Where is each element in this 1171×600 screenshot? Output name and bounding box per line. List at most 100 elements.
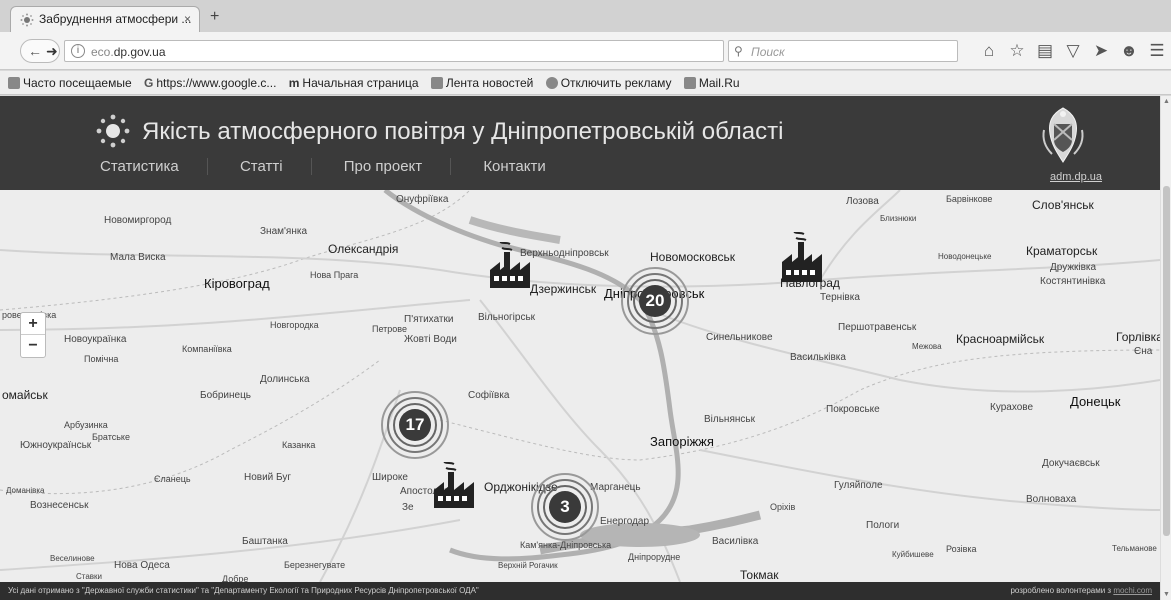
cluster-count: 17: [405, 415, 425, 434]
bookmark-item[interactable]: Часто посещаемые: [8, 76, 132, 90]
nav-statistics[interactable]: Статистика: [100, 158, 208, 175]
city-label: Васильківка: [790, 352, 846, 363]
city-label: Тельманове: [1112, 544, 1157, 553]
city-label: Пологи: [866, 520, 900, 531]
factory-marker-icon[interactable]: [488, 242, 532, 290]
search-input[interactable]: ⚲ Поиск: [728, 40, 958, 62]
info-icon[interactable]: i: [71, 44, 85, 58]
city-label: Токмак: [740, 568, 779, 582]
city-label: Олександрія: [328, 242, 399, 256]
browser-tab[interactable]: Забруднення атмосфери ... ×: [10, 6, 200, 32]
url-text: eco.dp.gov.ua: [91, 45, 166, 59]
footer-credits-link[interactable]: mochi.com: [1113, 586, 1152, 595]
crest-link[interactable]: adm.dp.ua: [1050, 171, 1102, 183]
city-label: Розівка: [946, 544, 977, 554]
city-label: Вільнянськ: [704, 414, 755, 425]
menu-icon[interactable]: ☰: [1143, 41, 1171, 61]
factory-marker-icon[interactable]: [780, 232, 824, 284]
city-label: Долинська: [260, 374, 310, 385]
footer-data-source: Усі дані отримано з "Державної служби ст…: [8, 586, 479, 595]
zoom-in-button[interactable]: +: [21, 313, 45, 335]
scroll-down-icon[interactable]: ▼: [1163, 591, 1170, 598]
bookmark-item[interactable]: Ghttps://www.google.c...: [144, 76, 276, 90]
city-label: Верхній Рогачик: [498, 561, 558, 570]
coat-of-arms-icon[interactable]: [1038, 104, 1088, 166]
bookmark-item[interactable]: Mail.Ru: [683, 76, 740, 90]
forward-arrow-icon[interactable]: ➜: [46, 43, 58, 60]
city-label: Баштанка: [242, 536, 288, 547]
address-bar[interactable]: i eco.dp.gov.ua ↻: [64, 40, 776, 62]
google-icon: G: [144, 76, 154, 90]
city-label: Софіївка: [468, 390, 510, 401]
city-label: Синельникове: [706, 332, 773, 343]
bookmark-star-icon[interactable]: ☆: [1003, 41, 1031, 61]
city-label: Веселинове: [50, 554, 95, 563]
nav-about[interactable]: Про проект: [344, 158, 452, 175]
city-label: Першотравенськ: [838, 322, 917, 333]
nav-contacts[interactable]: Контакти: [483, 158, 573, 175]
city-label: Добре: [222, 574, 249, 582]
reading-list-icon[interactable]: ▤: [1031, 41, 1059, 61]
city-label: Новоукраїнка: [64, 334, 127, 345]
sun-logo-icon: [96, 114, 130, 148]
browser-tab-bar: Забруднення атмосфери ... × +: [0, 0, 1171, 32]
city-label: Донецьк: [1070, 394, 1121, 409]
city-label: Докучаєвськ: [1042, 458, 1100, 469]
cluster-marker[interactable]: 3: [530, 472, 600, 542]
city-label: Бобринець: [200, 390, 252, 401]
toolbar-icons: ⌂ ☆ ▤ ▽ ➤ ☻ ☰: [975, 41, 1171, 61]
city-label: Горлівка: [1116, 330, 1160, 344]
city-label: Новгородка: [270, 320, 319, 330]
city-label: Тернівка: [820, 292, 860, 303]
new-tab-button[interactable]: +: [210, 8, 219, 26]
map[interactable]: Онуфріївка Новомиргород Знам'янка Олекса…: [0, 190, 1160, 582]
home-icon[interactable]: ⌂: [975, 41, 1003, 61]
zoom-out-button[interactable]: −: [21, 335, 45, 357]
cluster-marker[interactable]: 17: [380, 390, 450, 460]
tab-close-icon[interactable]: ×: [184, 12, 191, 26]
city-label: Єна: [1134, 346, 1153, 357]
back-forward-buttons[interactable]: ← ➜: [20, 39, 60, 63]
bookmark-item[interactable]: Лента новостей: [430, 76, 533, 90]
scroll-up-icon[interactable]: ▲: [1163, 98, 1170, 105]
cluster-marker[interactable]: 20: [620, 266, 690, 336]
city-label: Єланець: [154, 474, 191, 484]
scroll-thumb[interactable]: [1163, 186, 1170, 536]
site-header: Якість атмосферного повітря у Дніпропетр…: [0, 96, 1160, 190]
city-label: Енергодар: [600, 516, 650, 527]
back-arrow-icon[interactable]: ←: [28, 43, 42, 59]
bookmark-item[interactable]: m Начальная страница: [289, 76, 419, 90]
city-label: Помічна: [84, 354, 119, 364]
send-icon[interactable]: ➤: [1087, 41, 1115, 61]
city-label: Лозова: [846, 196, 879, 207]
city-label: Костянтинівка: [1040, 276, 1106, 287]
adblock-icon: [545, 77, 558, 89]
search-icon: ⚲: [734, 44, 743, 58]
pocket-icon[interactable]: ▽: [1059, 41, 1087, 61]
tab-title: Забруднення атмосфери ...: [39, 12, 192, 26]
city-label: Дзержинськ: [530, 282, 597, 296]
city-label: Южноукраїнськ: [20, 440, 92, 451]
city-label: Казанка: [282, 440, 316, 450]
city-label: Дніпрорудне: [628, 552, 681, 562]
city-label: П'ятихатки: [404, 314, 454, 325]
city-label: Братське: [92, 432, 130, 442]
page-scrollbar[interactable]: ▲ ▼: [1160, 96, 1171, 600]
city-label: Волноваха: [1026, 494, 1077, 505]
city-label: Нова Одеса: [114, 560, 170, 571]
cluster-count: 20: [645, 291, 665, 310]
browser-nav-bar: ← ➜ i eco.dp.gov.ua ↻ ⚲ Поиск ⌂☆▤▽➤☻☰: [0, 32, 1171, 70]
city-label: Гуляйполе: [834, 480, 883, 491]
city-label: Дружківка: [1050, 262, 1097, 273]
factory-marker-icon[interactable]: [432, 462, 476, 510]
bookmark-item[interactable]: Отключить рекламу: [545, 76, 672, 90]
nav-articles[interactable]: Статті: [240, 158, 312, 175]
sun-favicon-icon: [20, 13, 34, 27]
city-label: Широке: [372, 472, 408, 483]
city-label: Оріхів: [770, 502, 796, 512]
site-footer: Усі дані отримано з "Державної служби ст…: [0, 582, 1160, 600]
city-label: Барвінкове: [946, 194, 993, 204]
search-placeholder: Поиск: [751, 45, 785, 59]
emoji-icon[interactable]: ☻: [1115, 41, 1143, 61]
city-label: Зе: [402, 502, 414, 513]
